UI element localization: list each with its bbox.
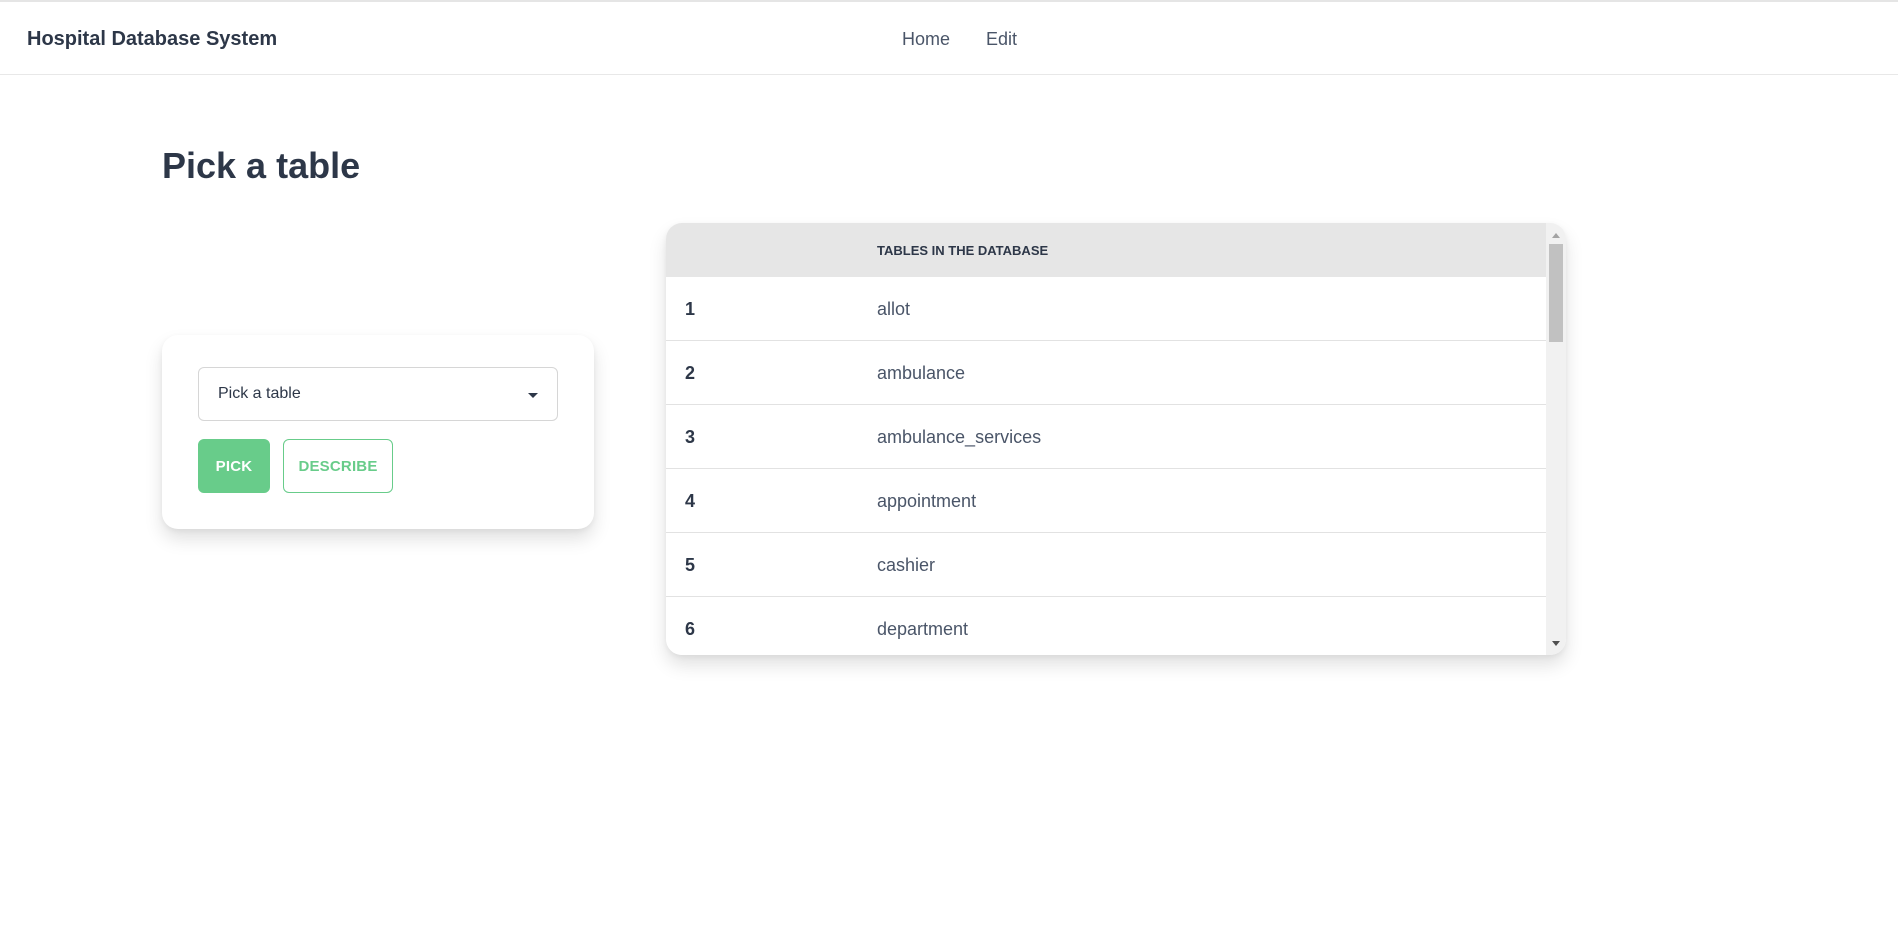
navbar: Hospital Database System Home Edit: [0, 2, 1898, 75]
scrollbar-thumb[interactable]: [1549, 244, 1563, 342]
table-row[interactable]: 6 department: [666, 597, 1546, 655]
row-number: 2: [685, 363, 696, 383]
table-row[interactable]: 5 cashier: [666, 533, 1546, 597]
brand-title[interactable]: Hospital Database System: [27, 28, 277, 51]
table-select[interactable]: Pick a table: [198, 367, 558, 421]
row-table-name: ambulance: [877, 363, 966, 383]
table-header-label: TABLES IN THE DATABASE: [877, 243, 1049, 258]
scroll-up-arrow-icon[interactable]: [1552, 233, 1560, 238]
row-table-name: ambulance_services: [877, 427, 1042, 447]
row-number: 1: [685, 299, 696, 319]
nav-links: Home Edit: [902, 29, 1017, 50]
pick-button[interactable]: PICK: [198, 439, 270, 493]
table-row[interactable]: 3 ambulance_services: [666, 405, 1546, 469]
nav-link-edit[interactable]: Edit: [986, 29, 1017, 50]
scroll-down-arrow-icon[interactable]: [1552, 641, 1560, 646]
row-table-name: allot: [877, 299, 911, 319]
table-row[interactable]: 4 appointment: [666, 469, 1546, 533]
describe-button[interactable]: DESCRIBE: [283, 439, 393, 493]
row-table-name: department: [877, 619, 969, 639]
row-number: 6: [685, 619, 696, 639]
vertical-scrollbar[interactable]: [1546, 223, 1566, 655]
table-picker-card: Pick a table PICK DESCRIBE: [162, 335, 594, 529]
table-row[interactable]: 1 allot: [666, 277, 1546, 341]
row-table-name: appointment: [877, 491, 977, 511]
tables-list-panel: TABLES IN THE DATABASE 1 allot 2 ambulan…: [666, 223, 1566, 655]
table-select-value: Pick a table: [218, 385, 301, 402]
table-row[interactable]: 2 ambulance: [666, 341, 1546, 405]
row-number: 3: [685, 427, 696, 447]
row-number: 4: [685, 491, 696, 511]
tables-list: TABLES IN THE DATABASE 1 allot 2 ambulan…: [666, 223, 1546, 655]
nav-link-home[interactable]: Home: [902, 29, 950, 50]
row-number: 5: [685, 555, 696, 575]
row-table-name: cashier: [877, 555, 936, 575]
page-title: Pick a table: [162, 145, 361, 186]
table-body: 1 allot 2 ambulance 3 ambulance_services…: [666, 277, 1546, 655]
table-header: TABLES IN THE DATABASE: [666, 223, 1546, 277]
caret-down-icon: [528, 393, 538, 398]
